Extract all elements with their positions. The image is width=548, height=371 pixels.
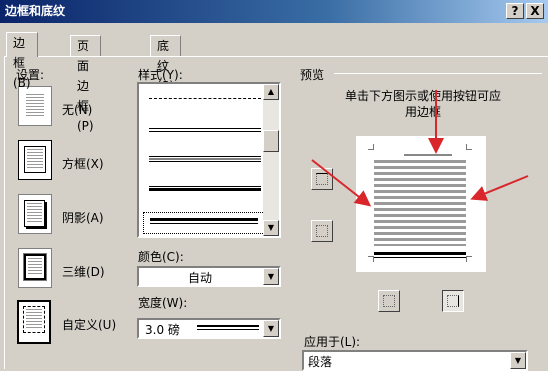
apply-to-label: 应用于(L): (304, 335, 361, 349)
borders-shading-dialog: 边框和底纹 ? X 边框(B) 页面边框(P) 底纹(S) 设置: 无(N) 方… (0, 0, 548, 371)
annotation-arrows (311, 90, 529, 207)
apply-to-combo[interactable]: 段落 ▼ (302, 350, 528, 371)
arrow-left-icon (470, 175, 529, 201)
apply-to-value: 段落 (308, 355, 333, 369)
arrow-right-icon (311, 159, 372, 207)
chevron-down-icon[interactable]: ▼ (510, 352, 526, 369)
tab-borders[interactable]: 边框(B) (6, 32, 38, 90)
